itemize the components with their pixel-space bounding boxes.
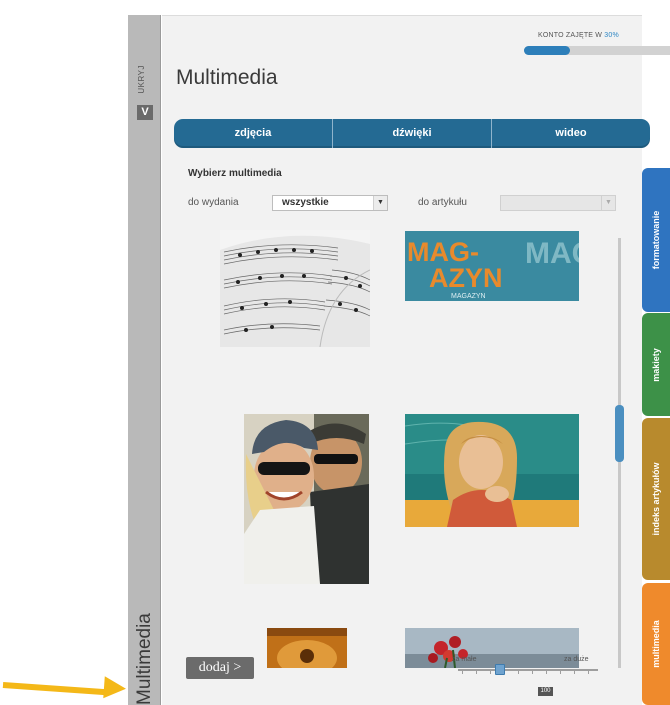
thumbnail-sheet-music[interactable] (220, 230, 370, 347)
thumbnail-size-slider[interactable] (458, 669, 598, 671)
slider-tick (476, 671, 477, 674)
annotation-arrow-shaft (2, 682, 107, 696)
account-usage-fill (524, 46, 570, 55)
side-tab-formatting[interactable]: formatowanie (642, 168, 670, 312)
size-max-label: za duże (564, 656, 589, 663)
media-type-tabs: zdjęcia dźwięki wideo (174, 119, 650, 148)
thumbnail-magazine-logo[interactable]: MAG- MAG- AZYN MAGAZYN (405, 231, 579, 301)
slider-tick (574, 671, 575, 674)
account-usage-text: KONTO ZAJĘTE W (538, 32, 605, 39)
side-tab-formatting-label: formatowanie (651, 210, 661, 270)
slider-tick (532, 671, 533, 674)
tab-sounds[interactable]: dźwięki (333, 119, 492, 148)
article-filter-label: do artykułu (418, 197, 467, 208)
guitar-image (267, 628, 347, 668)
tab-video[interactable]: wideo (492, 119, 650, 148)
edition-filter-label: do wydania (188, 197, 239, 208)
slider-tick (518, 671, 519, 674)
thumbnail-guitar[interactable] (267, 628, 347, 668)
thumbnail-size-slider-handle[interactable] (495, 664, 505, 675)
chevron-down-icon: ▼ (373, 196, 387, 210)
article-select[interactable]: ▼ (500, 195, 616, 211)
edition-select[interactable]: wszystkie ▼ (272, 195, 388, 211)
add-button[interactable]: dodaj > (186, 657, 254, 679)
side-tab-article-index[interactable]: indeks artykułów (642, 418, 670, 580)
slider-tick (490, 671, 491, 674)
girl-photo-image (405, 414, 579, 527)
editor-window: UKRYJ V Multimedia KONTO ZAJĘTE W 30% Mu… (128, 15, 670, 705)
magazine-logo-image: MAG- MAG- AZYN MAGAZYN (405, 231, 579, 301)
sheet-music-image (220, 230, 370, 347)
page-title: Multimedia (176, 66, 278, 89)
side-tab-layouts[interactable]: makiety (642, 313, 670, 416)
friends-photo-image (244, 414, 369, 584)
size-min-label: za małe (452, 656, 477, 663)
slider-tick (462, 671, 463, 674)
magazine-line-2: AZYN (429, 263, 503, 293)
account-usage-bar (524, 46, 670, 55)
side-tab-layouts-label: makiety (651, 347, 661, 382)
thumbnail-friends-sunglasses[interactable] (244, 414, 369, 584)
rail-section-title: Multimedia (134, 613, 155, 705)
account-usage-label: KONTO ZAJĘTE W 30% (538, 32, 619, 39)
gallery-scrollbar-thumb[interactable] (615, 405, 624, 462)
flowers-image (405, 628, 579, 668)
side-tab-multimedia[interactable]: multimedia (642, 583, 670, 705)
edition-select-value: wszystkie (282, 197, 329, 208)
thumbnail-flowers[interactable] (405, 628, 579, 668)
section-title: Wybierz multimedia (188, 168, 282, 179)
thumbnail-size-value: 100 (538, 687, 553, 696)
tab-photos[interactable]: zdjęcia (174, 119, 333, 148)
multimedia-panel: KONTO ZAJĘTE W 30% Multimedia zdjęcia dź… (162, 15, 670, 705)
side-tab-article-index-label: indeks artykułów (651, 462, 661, 536)
left-rail: UKRYJ V Multimedia (128, 15, 161, 705)
hide-panel-link[interactable]: UKRYJ (137, 65, 151, 94)
side-tab-multimedia-label: multimedia (651, 620, 661, 668)
magazine-subtitle: MAGAZYN (451, 293, 486, 300)
thumbnail-girl-classroom[interactable] (405, 414, 579, 527)
slider-tick (588, 671, 589, 674)
chevron-down-icon: ▼ (601, 196, 615, 210)
slider-tick (560, 671, 561, 674)
magazine-ghost-text: MAG- (525, 237, 579, 270)
slider-tick (546, 671, 547, 674)
annotation-arrow-icon (103, 676, 127, 700)
account-usage-percent: 30% (604, 32, 619, 39)
collapse-toggle-button[interactable]: V (137, 105, 153, 120)
